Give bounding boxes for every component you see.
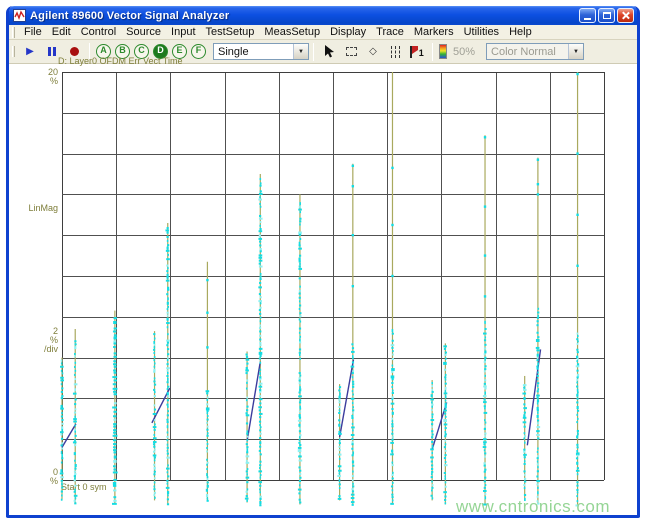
watermark: www.cntronics.com <box>456 497 610 516</box>
trace-d-panel: D: Layer0 OFDM Err Vect Time 20 % LinMag… <box>0 0 646 523</box>
screen: Agilent 89600 Vector Signal Analyzer Fil… <box>0 0 646 523</box>
trace-plot[interactable] <box>0 0 646 523</box>
